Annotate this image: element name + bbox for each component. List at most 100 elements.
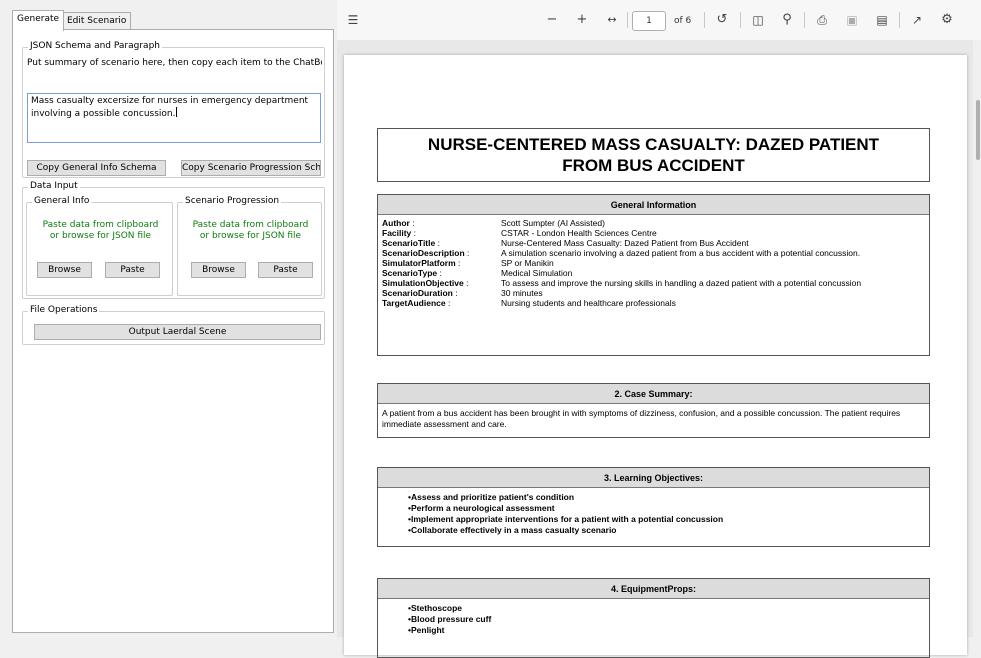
app-left-panel: Generate Edit Scenario JSON Schema and P…	[0, 0, 336, 637]
list-item: Perform a neurological assessment	[408, 503, 925, 514]
info-row: ScenarioTitle : Nurse-Centered Mass Casua…	[382, 238, 925, 248]
scenario-progression-hint-line2: or browse for JSON file	[199, 231, 302, 241]
list-item: Blood pressure cuff	[408, 614, 925, 625]
pdf-toolbar: ☰ − + ↔ 1 of 6 ↺ ◫ ⚲ ⎙ ▣ ▤ ↗ ⚙	[337, 0, 981, 40]
general-information-table: Author : Scott Sumpter (AI Assisted) Faci…	[378, 215, 929, 310]
general-info-hint-line1: Paste data from clipboard	[42, 220, 159, 230]
tab-edit-scenario[interactable]: Edit Scenario	[62, 12, 132, 30]
scenario-summary-input[interactable]: Mass casualty excersize for nurses in em…	[27, 93, 321, 143]
contents-icon[interactable]: ☰	[343, 10, 363, 30]
output-laerdal-scene-button[interactable]: Output Laerdal Scene	[34, 324, 321, 340]
info-value: Nurse-Centered Mass Casualty: Dazed Pati…	[501, 238, 749, 248]
info-value: CSTAR - London Health Sciences Centre	[501, 228, 657, 238]
info-key: SimulationObjective	[382, 278, 464, 288]
scenario-progression-browse-button[interactable]: Browse	[191, 262, 246, 278]
general-info-paste-button[interactable]: Paste	[105, 262, 160, 278]
scenario-progression-group-title: Scenario Progression	[183, 196, 282, 206]
data-input-group-title: Data Input	[28, 181, 80, 191]
page-view-icon[interactable]: ◫	[748, 10, 768, 30]
info-value: A simulation scenario involving a dazed …	[501, 248, 861, 258]
list-item: Implement appropriate interventions for …	[408, 514, 925, 525]
general-info-group: General Info Paste data from clipboard o…	[26, 196, 173, 296]
print-icon[interactable]: ⎙	[812, 10, 832, 30]
save-icon[interactable]: ▣	[842, 10, 862, 30]
general-information-heading: General Information	[378, 195, 929, 215]
list-item: Penlight	[408, 625, 925, 636]
document-title: NURSE-CENTERED MASS CASUALTY: DAZED PATI…	[377, 128, 930, 182]
pdf-viewer: ☰ − + ↔ 1 of 6 ↺ ◫ ⚲ ⎙ ▣ ▤ ↗ ⚙ NURSE-CEN…	[337, 0, 981, 658]
instruction-text: Put summary of scenario here, then copy …	[27, 58, 322, 68]
info-row: SimulationObjective : To assess and impro…	[382, 278, 925, 288]
info-value: SP or Manikin	[501, 258, 554, 268]
find-icon[interactable]: ⚲	[777, 10, 797, 30]
toolbar-divider	[704, 12, 705, 28]
json-schema-group-title: JSON Schema and Paragraph	[28, 41, 162, 51]
equipment-heading: 4. EquipmentProps:	[378, 579, 929, 599]
scrollbar-thumb[interactable]	[976, 100, 980, 160]
scenario-progression-group: Scenario Progression Paste data from cli…	[177, 196, 322, 296]
document-title-line1: NURSE-CENTERED MASS CASUALTY: DAZED PATI…	[427, 135, 880, 154]
learning-objectives-section: 3. Learning Objectives: Assess and prior…	[377, 467, 930, 547]
general-info-browse-button[interactable]: Browse	[37, 262, 92, 278]
case-summary-heading: 2. Case Summary:	[378, 384, 929, 404]
save-as-icon[interactable]: ▤	[872, 10, 892, 30]
info-key: SimulatorPlatform	[382, 258, 456, 268]
info-value: 30 minutes	[501, 288, 543, 298]
document-title-line2: FROM BUS ACCIDENT	[562, 156, 745, 175]
info-row: SimulatorPlatform : SP or Manikin	[382, 258, 925, 268]
data-input-group: Data Input General Info Paste data from …	[22, 181, 325, 299]
toolbar-divider	[627, 12, 628, 28]
general-info-hint-line2: or browse for JSON file	[49, 231, 152, 241]
zoom-out-icon[interactable]: −	[542, 10, 562, 30]
scenario-progression-paste-button[interactable]: Paste	[258, 262, 313, 278]
info-row: TargetAudience : Nursing students and hea…	[382, 298, 925, 308]
settings-icon[interactable]: ⚙	[937, 10, 957, 30]
info-key: Facility	[382, 228, 412, 238]
generate-tab-page: JSON Schema and Paragraph Put summary of…	[12, 29, 334, 633]
pdf-page: NURSE-CENTERED MASS CASUALTY: DAZED PATI…	[344, 55, 967, 658]
list-item: Assess and prioritize patient's conditio…	[408, 492, 925, 503]
rotate-icon[interactable]: ↺	[712, 10, 732, 30]
learning-objectives-heading: 3. Learning Objectives:	[378, 468, 929, 488]
json-schema-group: JSON Schema and Paragraph Put summary of…	[22, 41, 325, 178]
copy-scenario-progression-schema-button[interactable]: Copy Scenario Progression Sch	[181, 160, 321, 176]
scenario-progression-hint-line1: Paste data from clipboard	[192, 220, 309, 230]
zoom-in-icon[interactable]: +	[572, 10, 592, 30]
file-operations-group: File Operations Output Laerdal Scene	[22, 305, 325, 345]
page-count: of 6	[674, 16, 692, 26]
general-info-group-title: General Info	[32, 196, 92, 206]
info-key: Author	[382, 218, 410, 228]
file-operations-group-title: File Operations	[28, 305, 100, 315]
list-item: Stethoscope	[408, 603, 925, 614]
info-row: Facility : CSTAR - London Health Sciences…	[382, 228, 925, 238]
toolbar-divider	[740, 12, 741, 28]
info-value: Nursing students and healthcare professi…	[501, 298, 676, 308]
info-key: TargetAudience	[382, 298, 446, 308]
toolbar-divider	[899, 12, 900, 28]
tab-generate[interactable]: Generate	[12, 10, 65, 31]
general-information-section: General Information Author : Scott Sumpte…	[377, 194, 930, 356]
fit-width-icon[interactable]: ↔	[602, 10, 622, 30]
page-number-input[interactable]: 1	[632, 11, 666, 31]
vertical-scrollbar[interactable]	[973, 40, 981, 637]
toolbar-divider	[804, 12, 805, 28]
equipment-section: 4. EquipmentProps: Stethoscope Blood pre…	[377, 578, 930, 658]
info-key: ScenarioType	[382, 268, 438, 278]
copy-general-info-schema-button[interactable]: Copy General Info Schema	[27, 160, 166, 176]
equipment-list: Stethoscope Blood pressure cuff Penlight	[378, 599, 929, 640]
case-summary-text: A patient from a bus accident has been b…	[382, 408, 901, 429]
info-row: ScenarioType : Medical Simulation	[382, 268, 925, 278]
scenario-summary-value: Mass casualty excersize for nurses in em…	[31, 96, 311, 119]
list-item: Collaborate effectively in a mass casual…	[408, 525, 925, 536]
info-row: ScenarioDuration :30 minutes	[382, 288, 925, 298]
info-value: Medical Simulation	[501, 268, 573, 278]
info-value: Scott Sumpter (AI Assisted)	[501, 218, 605, 228]
info-key: ScenarioDuration	[382, 288, 453, 298]
fullscreen-icon[interactable]: ↗	[907, 10, 927, 30]
info-row: Author : Scott Sumpter (AI Assisted)	[382, 218, 925, 228]
case-summary-section: 2. Case Summary: A patient from a bus ac…	[377, 383, 930, 438]
learning-objectives-list: Assess and prioritize patient's conditio…	[378, 488, 929, 540]
text-caret	[175, 107, 177, 117]
info-key: ScenarioTitle	[382, 238, 436, 248]
info-row: ScenarioDescription :A simulation scenar…	[382, 248, 925, 258]
